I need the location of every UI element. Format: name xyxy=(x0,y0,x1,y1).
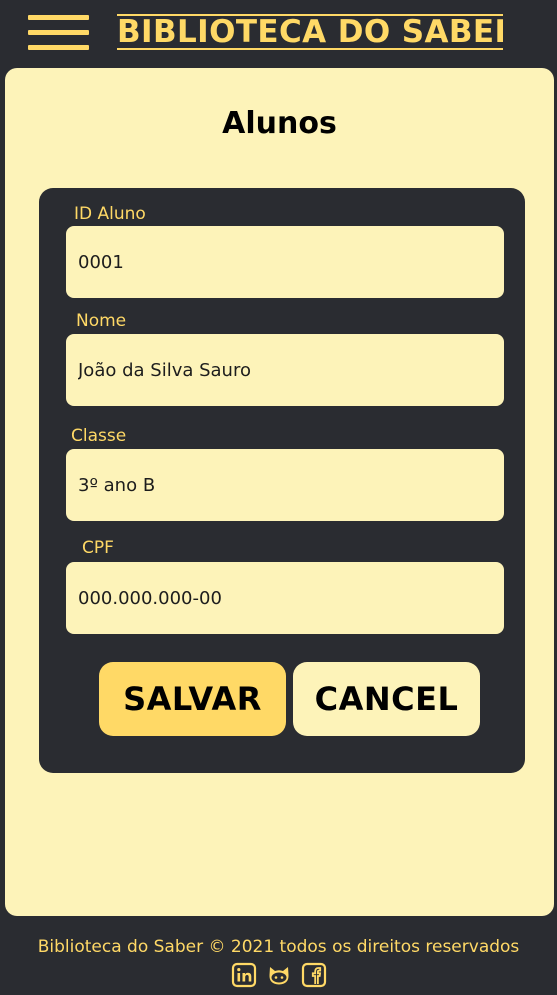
classe-input[interactable] xyxy=(66,449,504,521)
github-icon[interactable] xyxy=(266,962,292,988)
save-button[interactable]: SALVAR xyxy=(99,662,286,736)
classe-label: Classe xyxy=(71,426,127,446)
facebook-icon[interactable] xyxy=(301,962,327,988)
page-title: Alunos xyxy=(222,106,337,141)
app-header: BIBLIOTECA DO SABER xyxy=(0,0,557,66)
cpf-label: CPF xyxy=(82,538,114,558)
linkedin-icon[interactable] xyxy=(231,962,257,988)
social-links xyxy=(231,962,327,990)
student-form: ID Aluno Nome Classe CPF SALVAR CANCEL xyxy=(39,188,525,773)
menu-bar xyxy=(28,15,89,20)
menu-bar xyxy=(28,45,89,50)
nome-input[interactable] xyxy=(66,334,504,406)
cpf-input[interactable] xyxy=(66,562,504,634)
id-aluno-label: ID Aluno xyxy=(74,204,146,224)
footer-copyright: Biblioteca do Saber © 2021 todos os dire… xyxy=(37,937,520,957)
cancel-button[interactable]: CANCEL xyxy=(293,662,480,736)
hamburger-menu-icon[interactable] xyxy=(28,15,89,51)
menu-bar xyxy=(28,30,89,35)
brand-title[interactable]: BIBLIOTECA DO SABER xyxy=(117,14,503,50)
id-aluno-input[interactable] xyxy=(66,226,504,298)
main-card: Alunos ID Aluno Nome Classe CPF SALVAR C… xyxy=(5,68,554,916)
nome-label: Nome xyxy=(76,311,127,331)
